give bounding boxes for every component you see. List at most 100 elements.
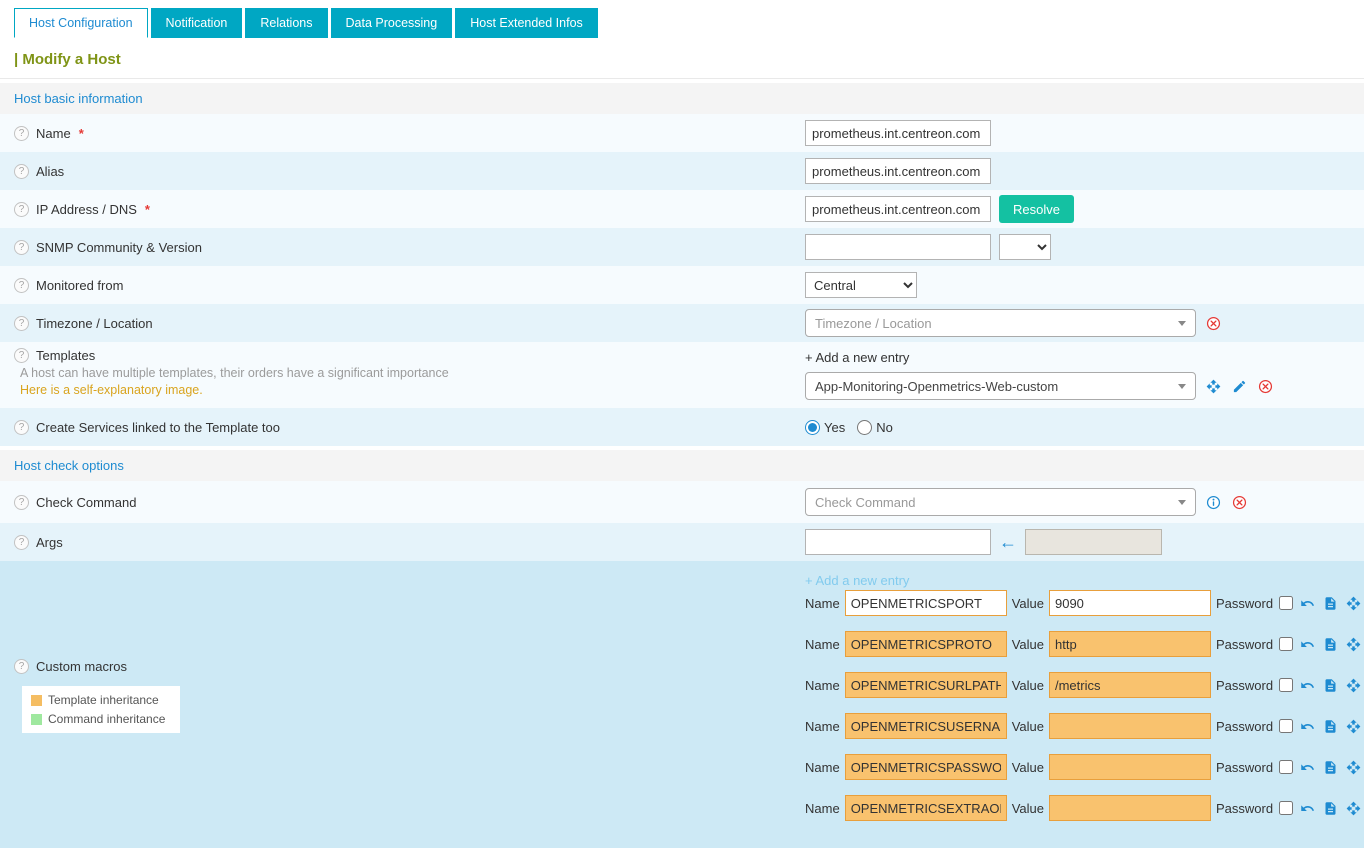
add-template-entry-link[interactable]: + Add a new entry xyxy=(805,350,909,365)
macro-password-checkbox[interactable] xyxy=(1279,801,1293,815)
required-mark: * xyxy=(79,126,84,141)
tab-notification[interactable]: Notification xyxy=(151,8,243,38)
macro-name-input[interactable] xyxy=(845,754,1007,780)
help-icon[interactable] xyxy=(14,126,29,141)
macro-value-input[interactable] xyxy=(1049,631,1211,657)
templates-help-link[interactable]: Here is a self-explanatory image. xyxy=(20,383,203,397)
tab-relations[interactable]: Relations xyxy=(245,8,327,38)
create-services-yes-option[interactable]: Yes xyxy=(805,420,845,435)
macro-name-input[interactable] xyxy=(845,590,1007,616)
delete-icon[interactable] xyxy=(1256,377,1274,395)
template-select[interactable]: App-Monitoring-Openmetrics-Web-custom xyxy=(805,372,1196,400)
macro-password-label: Password xyxy=(1216,760,1273,775)
help-icon[interactable] xyxy=(14,278,29,293)
macro-password-label: Password xyxy=(1216,596,1273,611)
legend-label: Template inheritance xyxy=(48,693,159,707)
macro-row: Name Value Password xyxy=(805,672,1364,698)
legend-template-inheritance: Template inheritance xyxy=(31,693,171,707)
help-icon[interactable] xyxy=(14,348,29,363)
help-icon[interactable] xyxy=(14,316,29,331)
snmp-label: SNMP Community & Version xyxy=(36,240,202,255)
timezone-label: Timezone / Location xyxy=(36,316,153,331)
macro-value-input[interactable] xyxy=(1049,672,1211,698)
snmp-community-input[interactable] xyxy=(805,234,991,260)
command-inheritance-swatch xyxy=(31,714,42,725)
check-command-select[interactable]: Check Command xyxy=(805,488,1196,516)
undo-icon[interactable] xyxy=(1298,594,1316,612)
section-host-basic-information: Host basic information xyxy=(0,83,1364,114)
move-icon[interactable] xyxy=(1344,758,1362,776)
macro-name-label: Name xyxy=(805,637,840,652)
help-icon[interactable] xyxy=(14,535,29,550)
info-icon[interactable] xyxy=(1204,493,1222,511)
move-icon[interactable] xyxy=(1204,377,1222,395)
create-services-yes-radio[interactable] xyxy=(805,420,820,435)
snmp-version-select[interactable] xyxy=(999,234,1051,260)
delete-icon[interactable] xyxy=(1230,493,1248,511)
macro-name-input[interactable] xyxy=(845,672,1007,698)
description-icon[interactable] xyxy=(1321,758,1339,776)
undo-icon[interactable] xyxy=(1298,799,1316,817)
section-host-check-options: Host check options xyxy=(0,450,1364,481)
name-input[interactable] xyxy=(805,120,991,146)
macro-password-checkbox[interactable] xyxy=(1279,760,1293,774)
undo-icon[interactable] xyxy=(1298,717,1316,735)
create-services-no-radio[interactable] xyxy=(857,420,872,435)
monitored-from-select[interactable]: Central xyxy=(805,272,917,298)
args-input[interactable] xyxy=(805,529,991,555)
macro-value-input[interactable] xyxy=(1049,795,1211,821)
macro-password-checkbox[interactable] xyxy=(1279,637,1293,651)
move-icon[interactable] xyxy=(1344,594,1362,612)
row-create-services: Create Services linked to the Template t… xyxy=(0,408,1364,446)
help-icon[interactable] xyxy=(14,202,29,217)
description-icon[interactable] xyxy=(1321,594,1339,612)
macro-name-input[interactable] xyxy=(845,795,1007,821)
description-icon[interactable] xyxy=(1321,676,1339,694)
delete-icon[interactable] xyxy=(1204,314,1222,332)
help-icon[interactable] xyxy=(14,420,29,435)
move-icon[interactable] xyxy=(1344,717,1362,735)
tab-data-processing[interactable]: Data Processing xyxy=(331,8,453,38)
move-icon[interactable] xyxy=(1344,676,1362,694)
help-icon[interactable] xyxy=(14,164,29,179)
help-icon[interactable] xyxy=(14,495,29,510)
resolve-button[interactable]: Resolve xyxy=(999,195,1074,223)
macro-password-checkbox[interactable] xyxy=(1279,678,1293,692)
macro-password-checkbox[interactable] xyxy=(1279,596,1293,610)
macro-value-label: Value xyxy=(1012,678,1044,693)
macro-value-input[interactable] xyxy=(1049,590,1211,616)
args-preview-input xyxy=(1025,529,1162,555)
add-macro-entry-link[interactable]: + Add a new entry xyxy=(805,573,1364,588)
move-icon[interactable] xyxy=(1344,799,1362,817)
alias-input[interactable] xyxy=(805,158,991,184)
arrow-left-icon: ← xyxy=(999,533,1017,551)
ip-input[interactable] xyxy=(805,196,991,222)
timezone-select[interactable]: Timezone / Location xyxy=(805,309,1196,337)
macro-password-checkbox[interactable] xyxy=(1279,719,1293,733)
create-services-no-option[interactable]: No xyxy=(857,420,893,435)
move-icon[interactable] xyxy=(1344,635,1362,653)
no-label: No xyxy=(876,420,893,435)
undo-icon[interactable] xyxy=(1298,758,1316,776)
row-check-command: Check Command Check Command xyxy=(0,481,1364,523)
row-templates: Templates A host can have multiple templ… xyxy=(0,342,1364,408)
macro-value-input[interactable] xyxy=(1049,754,1211,780)
undo-icon[interactable] xyxy=(1298,635,1316,653)
help-icon[interactable] xyxy=(14,240,29,255)
macro-name-label: Name xyxy=(805,760,840,775)
description-icon[interactable] xyxy=(1321,635,1339,653)
tab-host-extended-infos[interactable]: Host Extended Infos xyxy=(455,8,598,38)
macro-value-input[interactable] xyxy=(1049,713,1211,739)
row-name: Name * xyxy=(0,114,1364,152)
macro-name-input[interactable] xyxy=(845,631,1007,657)
tab-host-configuration[interactable]: Host Configuration xyxy=(14,8,148,38)
macro-legend: Template inheritance Command inheritance xyxy=(22,686,180,733)
help-icon[interactable] xyxy=(14,659,29,674)
edit-icon[interactable] xyxy=(1230,377,1248,395)
row-ip-address: IP Address / DNS * Resolve xyxy=(0,190,1364,228)
undo-icon[interactable] xyxy=(1298,676,1316,694)
macro-name-input[interactable] xyxy=(845,713,1007,739)
macro-value-label: Value xyxy=(1012,596,1044,611)
description-icon[interactable] xyxy=(1321,717,1339,735)
description-icon[interactable] xyxy=(1321,799,1339,817)
